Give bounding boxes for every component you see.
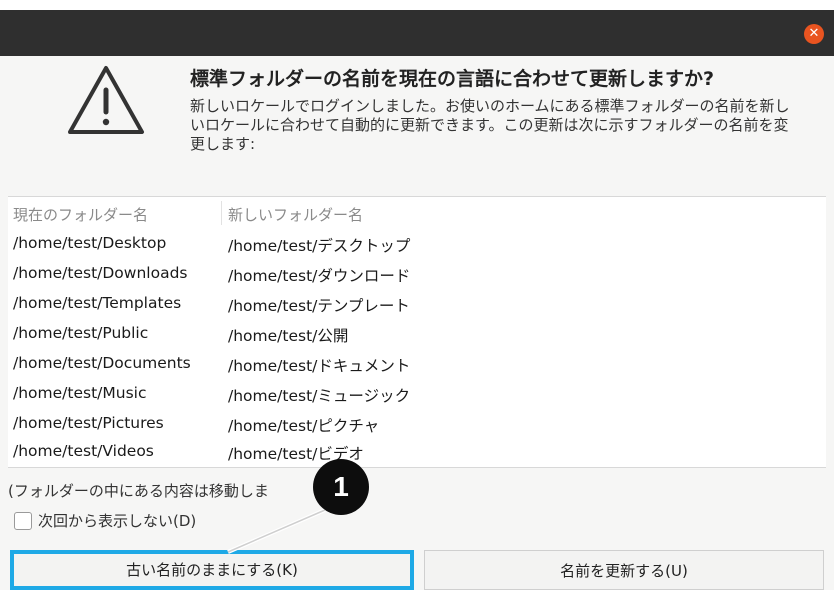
dont-show-again-label[interactable]: 次回から表示しない(D) xyxy=(38,510,196,531)
keep-old-names-button[interactable]: 古い名前のままにする(K) xyxy=(10,550,414,590)
table-row[interactable]: /home/test/Templates /home/test/テンプレート xyxy=(8,289,826,319)
new-folder-cell: /home/test/ミュージック xyxy=(228,387,411,405)
close-icon[interactable]: ✕ xyxy=(804,24,824,44)
move-contents-note: (フォルダーの中にある内容は移動しま xyxy=(8,482,269,500)
column-separator xyxy=(221,201,222,225)
current-folder-cell: /home/test/Pictures xyxy=(13,414,164,432)
titlebar-bar xyxy=(0,10,834,56)
new-folder-cell: /home/test/ダウンロード xyxy=(228,267,411,285)
dont-show-again-checkbox[interactable] xyxy=(14,512,32,530)
current-folder-cell: /home/test/Public xyxy=(13,324,149,342)
dialog-title: 標準フォルダーの名前を現在の言語に合わせて更新しますか? xyxy=(190,68,715,90)
window-titlebar: ✕ xyxy=(0,0,834,58)
new-folder-cell: /home/test/ドキュメント xyxy=(228,357,411,375)
new-folder-cell: /home/test/公開 xyxy=(228,327,349,345)
list-header: 現在のフォルダー名 新しいフォルダー名 xyxy=(8,197,826,229)
current-folder-cell: /home/test/Videos xyxy=(13,442,154,460)
table-row[interactable]: /home/test/Public /home/test/公開 xyxy=(8,319,826,349)
current-folder-cell: /home/test/Documents xyxy=(13,354,191,372)
dialog-description: 新しいロケールでログインしました。お使いのホームにある標準フォルダーの名前を新し… xyxy=(190,97,790,153)
current-folder-cell: /home/test/Downloads xyxy=(13,264,188,282)
table-row[interactable]: /home/test/Pictures /home/test/ピクチャ xyxy=(8,409,826,439)
new-folder-cell: /home/test/ピクチャ xyxy=(228,417,380,435)
table-row[interactable]: /home/test/Downloads /home/test/ダウンロード xyxy=(8,259,826,289)
column-header-current[interactable]: 現在のフォルダー名 xyxy=(13,204,148,225)
dialog: 標準フォルダーの名前を現在の言語に合わせて更新しますか? 新しいロケールでログイ… xyxy=(0,56,834,590)
current-folder-cell: /home/test/Music xyxy=(13,384,147,402)
new-folder-cell: /home/test/デスクトップ xyxy=(228,237,411,255)
table-row[interactable]: /home/test/Videos /home/test/ビデオ xyxy=(8,437,826,467)
warning-icon xyxy=(68,66,144,134)
current-folder-cell: /home/test/Desktop xyxy=(13,234,167,252)
callout-badge: 1 xyxy=(313,459,369,515)
folder-list[interactable]: 現在のフォルダー名 新しいフォルダー名 /home/test/Desktop /… xyxy=(8,196,826,468)
table-row[interactable]: /home/test/Documents /home/test/ドキュメント xyxy=(8,349,826,379)
column-header-new[interactable]: 新しいフォルダー名 xyxy=(228,204,363,225)
table-row[interactable]: /home/test/Music /home/test/ミュージック xyxy=(8,379,826,409)
current-folder-cell: /home/test/Templates xyxy=(13,294,182,312)
new-folder-cell: /home/test/テンプレート xyxy=(228,297,410,315)
update-names-button[interactable]: 名前を更新する(U) xyxy=(424,550,824,590)
table-row[interactable]: /home/test/Desktop /home/test/デスクトップ xyxy=(8,229,826,259)
